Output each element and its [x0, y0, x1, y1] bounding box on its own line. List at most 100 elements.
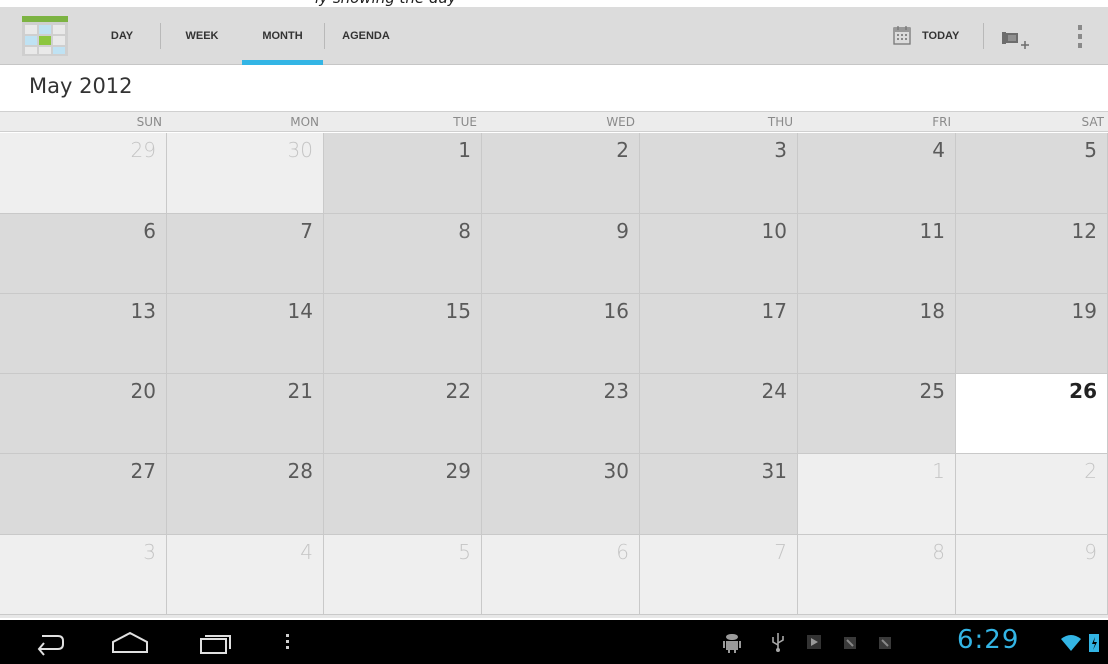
home-icon[interactable]: [107, 628, 153, 656]
menu-icon[interactable]: [282, 628, 294, 656]
day-of-week-sun: SUN: [136, 115, 162, 129]
calendar-day-cell[interactable]: 30: [167, 133, 324, 214]
calendar-day-cell[interactable]: 5: [956, 133, 1108, 214]
day-number: 2: [616, 138, 629, 162]
calendar-day-cell[interactable]: 30: [482, 454, 640, 535]
overflow-menu-icon[interactable]: [1072, 23, 1088, 51]
day-number: 6: [143, 219, 156, 243]
calendar-day-cell[interactable]: 5: [324, 535, 482, 615]
calendar-day-cell[interactable]: 3: [640, 133, 798, 214]
today-button[interactable]: TODAY: [922, 7, 959, 65]
day-number: 30: [287, 138, 313, 162]
calendar-day-cell[interactable]: 3: [0, 535, 167, 615]
calendar-day-cell[interactable]: 4: [798, 133, 956, 214]
tab-day[interactable]: DAY: [89, 7, 155, 65]
calendar-day-cell[interactable]: 29: [324, 454, 482, 535]
day-number: 5: [458, 540, 471, 564]
day-number: 21: [287, 379, 313, 403]
day-number: 2: [1084, 459, 1097, 483]
wifi-icon: [1061, 635, 1081, 651]
calendar-day-cell[interactable]: 11: [798, 214, 956, 294]
tab-month-label: MONTH: [262, 30, 303, 42]
calendar-day-cell[interactable]: 2: [482, 133, 640, 214]
today-calendar-icon[interactable]: [893, 25, 911, 45]
day-number: 29: [445, 459, 471, 483]
tab-separator: [160, 23, 161, 49]
today-button-label: TODAY: [922, 30, 960, 42]
calendar-day-cell[interactable]: 19: [956, 294, 1108, 374]
day-number: 14: [287, 299, 313, 323]
calendar-day-cell[interactable]: 27: [0, 454, 167, 535]
day-number: 7: [300, 219, 313, 243]
tab-week[interactable]: WEEK: [166, 7, 238, 65]
day-number: 22: [445, 379, 471, 403]
day-number: 7: [774, 540, 787, 564]
calendar-day-cell[interactable]: 7: [167, 214, 324, 294]
calendar-app-icon[interactable]: [22, 16, 68, 56]
calendar-day-cell[interactable]: 8: [324, 214, 482, 294]
day-number: 16: [603, 299, 629, 323]
calendar-day-cell[interactable]: 6: [482, 535, 640, 615]
back-icon[interactable]: [30, 628, 68, 656]
calendar-day-cell[interactable]: 20: [0, 374, 167, 454]
day-of-week-wed: WED: [606, 115, 635, 129]
calendar-day-cell[interactable]: 29: [0, 133, 167, 214]
calendar-day-cell[interactable]: 2: [956, 454, 1108, 535]
day-number: 6: [616, 540, 629, 564]
calendar-day-cell[interactable]: 14: [167, 294, 324, 374]
calendar-day-cell[interactable]: 1: [798, 454, 956, 535]
calendar-day-cell[interactable]: 17: [640, 294, 798, 374]
calendar-day-cell[interactable]: 21: [167, 374, 324, 454]
calendar-day-cell[interactable]: 24: [640, 374, 798, 454]
day-number: 11: [919, 219, 945, 243]
tab-agenda[interactable]: AGENDA: [328, 7, 404, 65]
day-number: 13: [130, 299, 156, 323]
day-number: 3: [774, 138, 787, 162]
calendar-day-cell[interactable]: 23: [482, 374, 640, 454]
calendar-day-cell[interactable]: 31: [640, 454, 798, 535]
day-number: 3: [143, 540, 156, 564]
day-number: 31: [761, 459, 787, 483]
calendar-day-cell[interactable]: 4: [167, 535, 324, 615]
day-number: 17: [761, 299, 787, 323]
calendar-day-cell[interactable]: 1: [324, 133, 482, 214]
day-number: 20: [130, 379, 156, 403]
day-number: 25: [919, 379, 945, 403]
day-number: 10: [761, 219, 787, 243]
calendar-day-cell[interactable]: 13: [0, 294, 167, 374]
day-number: 8: [458, 219, 471, 243]
day-number: 9: [1084, 540, 1097, 564]
new-event-icon[interactable]: [1000, 25, 1032, 53]
status-clock: 6:29: [957, 625, 1020, 655]
top-strip: ly showing the day: [0, 0, 1108, 7]
day-number: 5: [1084, 138, 1097, 162]
calendar-day-cell[interactable]: 22: [324, 374, 482, 454]
calendar-day-cell[interactable]: 9: [482, 214, 640, 294]
calendar-day-cell[interactable]: 18: [798, 294, 956, 374]
calendar-day-cell[interactable]: 9: [956, 535, 1108, 615]
calendar-day-cell[interactable]: 7: [640, 535, 798, 615]
day-number: 12: [1071, 219, 1097, 243]
tab-separator: [324, 23, 325, 49]
day-number: 15: [445, 299, 471, 323]
day-number: 4: [300, 540, 313, 564]
calendar-day-cell[interactable]: 15: [324, 294, 482, 374]
day-number: 8: [932, 540, 945, 564]
calendar-day-cell[interactable]: 10: [640, 214, 798, 294]
calendar-day-cell-today[interactable]: 26: [956, 374, 1108, 454]
android-debug-icon: [723, 634, 741, 653]
calendar-day-cell[interactable]: 25: [798, 374, 956, 454]
calendar-day-cell[interactable]: 28: [167, 454, 324, 535]
action-bar: DAY WEEK MONTH AGENDA TODAY: [0, 7, 1108, 65]
recent-apps-icon[interactable]: [196, 628, 236, 656]
calendar-day-cell[interactable]: 8: [798, 535, 956, 615]
day-number: 27: [130, 459, 156, 483]
calendar-day-cell[interactable]: 6: [0, 214, 167, 294]
tab-month[interactable]: MONTH: [242, 7, 323, 65]
day-number: 29: [130, 138, 156, 162]
usb-icon: [772, 633, 784, 652]
calendar-day-cell[interactable]: 16: [482, 294, 640, 374]
calendar-day-cell[interactable]: 12: [956, 214, 1108, 294]
tab-agenda-label: AGENDA: [342, 30, 390, 42]
day-number: 1: [932, 459, 945, 483]
